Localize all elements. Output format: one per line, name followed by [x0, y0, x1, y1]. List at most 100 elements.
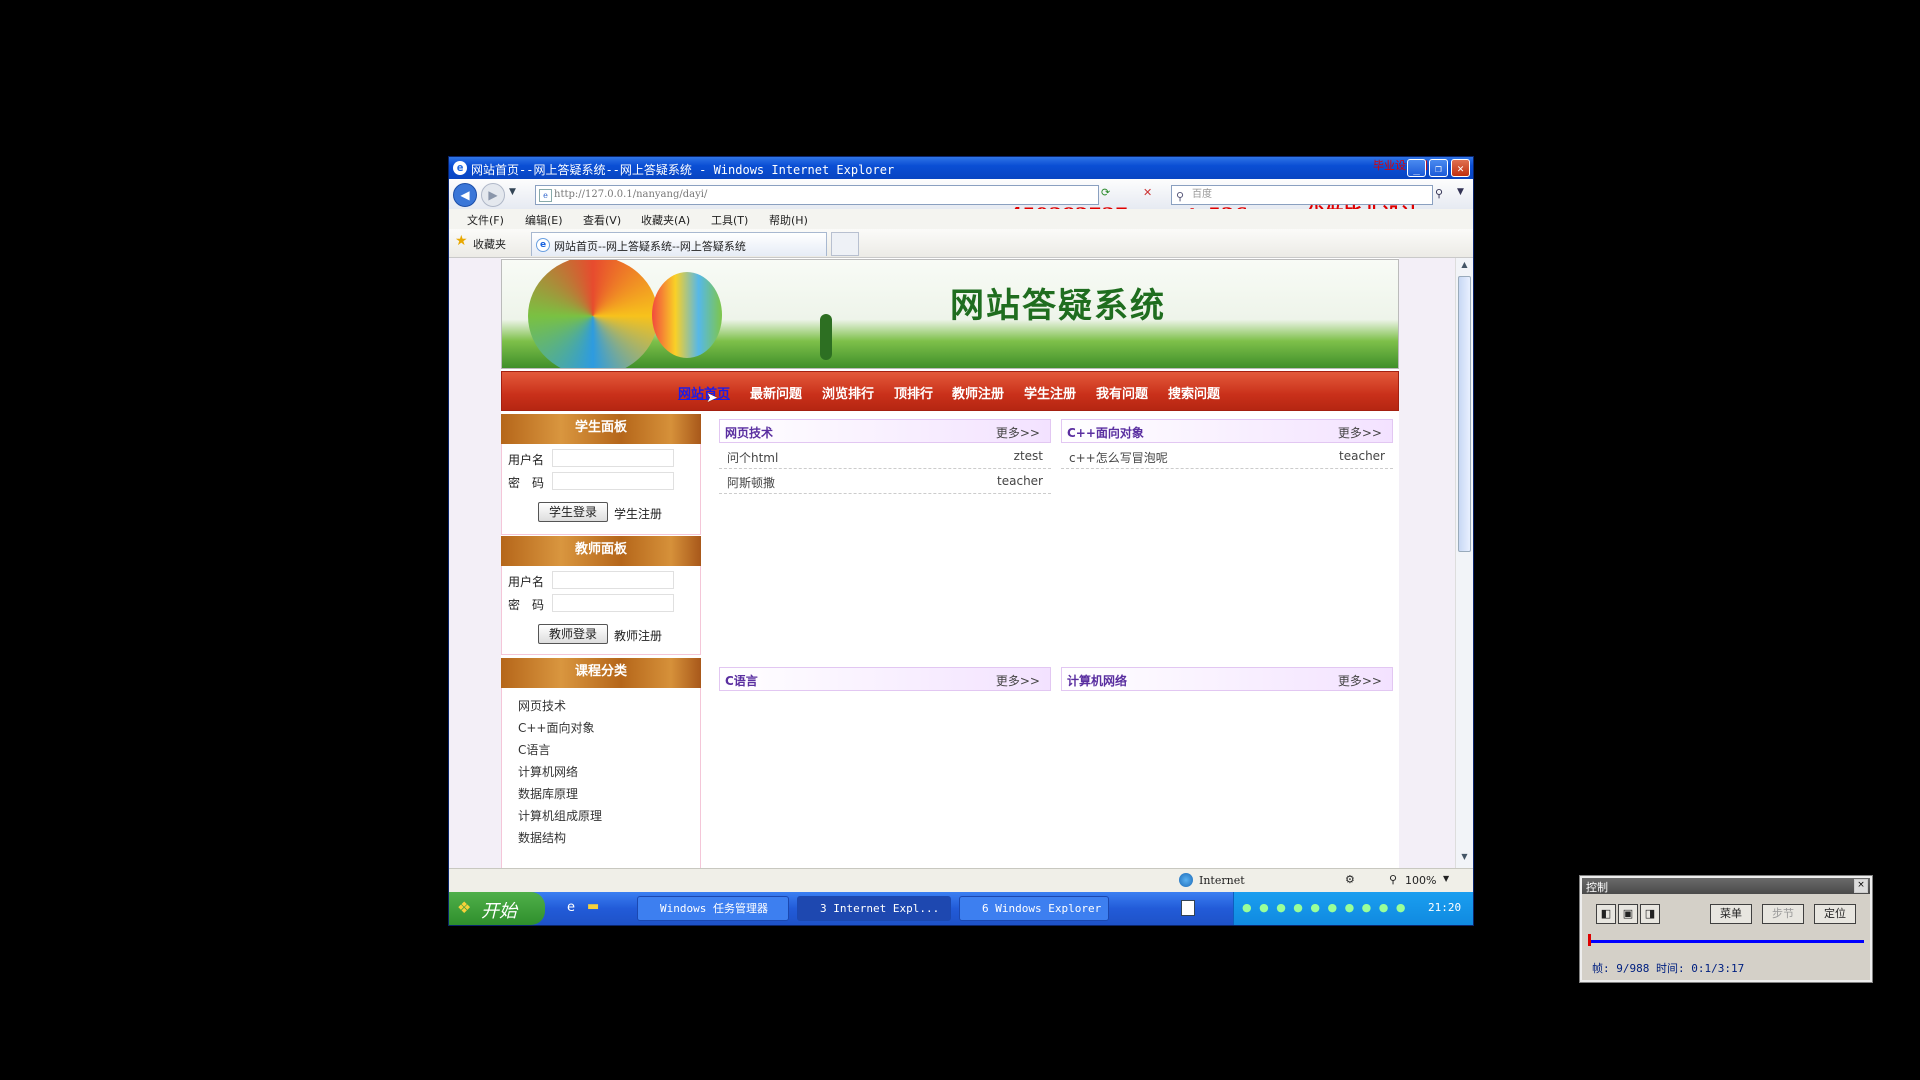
- favorites-bar: ★ 收藏夹 e 网站首页--网上答疑系统--网上答疑系统: [449, 229, 1473, 258]
- site-banner: 网站答疑系统: [501, 259, 1399, 369]
- more-link[interactable]: 更多>>: [1338, 424, 1382, 441]
- teacher-username-input[interactable]: [552, 571, 674, 589]
- window-title: 网站首页--网上答疑系统--网上答疑系统 - Windows Internet …: [471, 163, 895, 177]
- search-go-icon[interactable]: ⚲: [1435, 187, 1443, 200]
- timeline-track[interactable]: [1590, 940, 1864, 943]
- stop-button[interactable]: ▣: [1618, 904, 1638, 924]
- start-button[interactable]: ❖ 开始: [449, 892, 545, 925]
- category-item[interactable]: 数据结构: [518, 829, 566, 846]
- nav-search-question[interactable]: 搜索问题: [1168, 383, 1220, 402]
- main-nav: 网站首页 最新问题 浏览排行 顶排行 教师注册 学生注册 我有问题 搜索问题 ➤: [501, 371, 1399, 411]
- menu-edit[interactable]: 编辑(E): [525, 212, 563, 228]
- more-link[interactable]: 更多>>: [996, 424, 1040, 441]
- globe-icon: [1179, 873, 1193, 887]
- menu-help[interactable]: 帮助(H): [769, 212, 808, 228]
- category-item[interactable]: 网页技术: [518, 697, 566, 714]
- question-title[interactable]: 问个html: [727, 449, 778, 466]
- start-label: 开始: [481, 901, 517, 922]
- close-button[interactable]: ✕: [1451, 159, 1470, 177]
- tray-icons[interactable]: ● ● ● ● ● ● ● ● ● ●: [1242, 901, 1407, 914]
- locate-button[interactable]: 定位: [1814, 904, 1856, 924]
- category-item[interactable]: 计算机网络: [518, 763, 578, 780]
- menu-tools[interactable]: 工具(T): [711, 212, 748, 228]
- control-title-bar: 控制 ×: [1582, 878, 1870, 894]
- menu-favorites[interactable]: 收藏夹(A): [641, 212, 690, 228]
- forward-button[interactable]: ▶: [481, 183, 505, 207]
- scroll-down-icon[interactable]: ▼: [1458, 852, 1471, 864]
- nav-latest[interactable]: 最新问题: [750, 383, 802, 402]
- nav-home[interactable]: 网站首页: [678, 383, 730, 402]
- nav-top-ranking[interactable]: 顶排行: [894, 383, 933, 402]
- vertical-scrollbar[interactable]: ▲ ▼: [1455, 258, 1473, 868]
- section-header: 计算机网络 更多>>: [1061, 667, 1393, 691]
- category-item[interactable]: C++面向对象: [518, 719, 595, 736]
- nav-views-ranking[interactable]: 浏览排行: [822, 383, 874, 402]
- more-link[interactable]: 更多>>: [996, 672, 1040, 689]
- web-page: 网站答疑系统 网站首页 最新问题 浏览排行 顶排行 教师注册 学生注册 我有问题…: [501, 259, 1399, 869]
- category-panel-header: 课程分类: [501, 658, 701, 688]
- title-bar[interactable]: e 网站首页--网上答疑系统--网上答疑系统 - Windows Interne…: [449, 157, 1473, 179]
- scroll-thumb[interactable]: [1458, 276, 1471, 552]
- frame-info: 帧: 9/988 时间: 0:1/3:17: [1592, 962, 1745, 975]
- next-frame-button[interactable]: ◨: [1640, 904, 1660, 924]
- scroll-up-icon[interactable]: ▲: [1458, 260, 1471, 272]
- category-item[interactable]: 数据库原理: [518, 785, 578, 802]
- zoom-dropdown-icon[interactable]: ▼: [1443, 874, 1449, 883]
- zoom-level[interactable]: 100%: [1405, 874, 1436, 887]
- quicklaunch-folder-icon[interactable]: ▬: [587, 899, 599, 914]
- protected-mode-icon[interactable]: ⚙: [1345, 873, 1355, 886]
- section-title: C++面向对象: [1067, 426, 1144, 440]
- question-title[interactable]: c++怎么写冒泡呢: [1069, 449, 1168, 466]
- restore-button[interactable]: ❐: [1429, 159, 1448, 177]
- teacher-password-input[interactable]: [552, 594, 674, 612]
- minimize-button[interactable]: _: [1407, 159, 1426, 177]
- timeline-marker[interactable]: [1588, 934, 1591, 946]
- menu-button[interactable]: 菜单: [1710, 904, 1752, 924]
- student-panel: 用户名 密 码 学生登录 学生注册: [501, 444, 701, 535]
- quicklaunch-ie-icon[interactable]: e: [567, 900, 575, 915]
- taskbar-item-explorer[interactable]: 6 Windows Explorer: [959, 896, 1109, 921]
- more-link[interactable]: 更多>>: [1338, 672, 1382, 689]
- teacher-login-button[interactable]: 教师登录: [538, 624, 608, 644]
- recent-pages-dropdown-icon[interactable]: ▼: [509, 187, 516, 197]
- question-author: teacher: [997, 474, 1043, 488]
- playback-control-panel: 控制 × ◧ ▣ ◨ 菜单 步节 定位 帧: 9/988 时间: 0:1/3:1…: [1579, 875, 1873, 983]
- teacher-panel-header: 教师面板: [501, 536, 701, 566]
- student-username-input[interactable]: [552, 449, 674, 467]
- clock: 21:20: [1428, 901, 1462, 914]
- question-row[interactable]: 阿斯顿撒 teacher: [719, 469, 1051, 494]
- category-item[interactable]: 计算机组成原理: [518, 807, 602, 824]
- tab-current[interactable]: e 网站首页--网上答疑系统--网上答疑系统: [531, 232, 827, 256]
- control-close-button[interactable]: ×: [1854, 879, 1868, 893]
- category-panel: 网页技术 C++面向对象 C语言 计算机网络 数据库原理 计算机组成原理 数据结…: [501, 688, 701, 869]
- teacher-register-link[interactable]: 教师注册: [614, 627, 662, 644]
- question-row[interactable]: 问个html ztest: [719, 444, 1051, 469]
- back-button[interactable]: ◀: [453, 183, 477, 207]
- menu-file[interactable]: 文件(F): [467, 212, 504, 228]
- step-button[interactable]: 步节: [1762, 904, 1804, 924]
- student-password-input[interactable]: [552, 472, 674, 490]
- taskbar-item-ie[interactable]: 3 Internet Expl...: [797, 896, 951, 921]
- category-item[interactable]: C语言: [518, 741, 550, 758]
- prev-frame-button[interactable]: ◧: [1596, 904, 1616, 924]
- ie-logo-icon: e: [453, 161, 467, 175]
- hot-air-balloon-image: [528, 260, 658, 368]
- section-header: 网页技术 更多>>: [719, 419, 1051, 443]
- student-register-link[interactable]: 学生注册: [614, 505, 662, 522]
- language-bar-icon[interactable]: [1181, 900, 1195, 916]
- nav-ask-question[interactable]: 我有问题: [1096, 383, 1148, 402]
- student-login-button[interactable]: 学生登录: [538, 502, 608, 522]
- taskbar-item-task-manager[interactable]: Windows 任务管理器: [637, 896, 789, 921]
- question-title[interactable]: 阿斯顿撒: [727, 474, 775, 491]
- menu-view[interactable]: 查看(V): [583, 212, 621, 228]
- teacher-password-label: 密 码: [508, 598, 545, 612]
- question-row[interactable]: c++怎么写冒泡呢 teacher: [1061, 444, 1393, 469]
- nav-teacher-register[interactable]: 教师注册: [952, 383, 1004, 402]
- search-dropdown-icon[interactable]: ▼: [1457, 187, 1464, 197]
- new-tab-button[interactable]: [831, 232, 859, 256]
- favorites-button[interactable]: 收藏夹: [473, 236, 506, 252]
- student-username-label: 用户名: [508, 453, 545, 467]
- nav-student-register[interactable]: 学生注册: [1024, 383, 1076, 402]
- page-right-margin: [1399, 258, 1455, 868]
- section-header: C语言 更多>>: [719, 667, 1051, 691]
